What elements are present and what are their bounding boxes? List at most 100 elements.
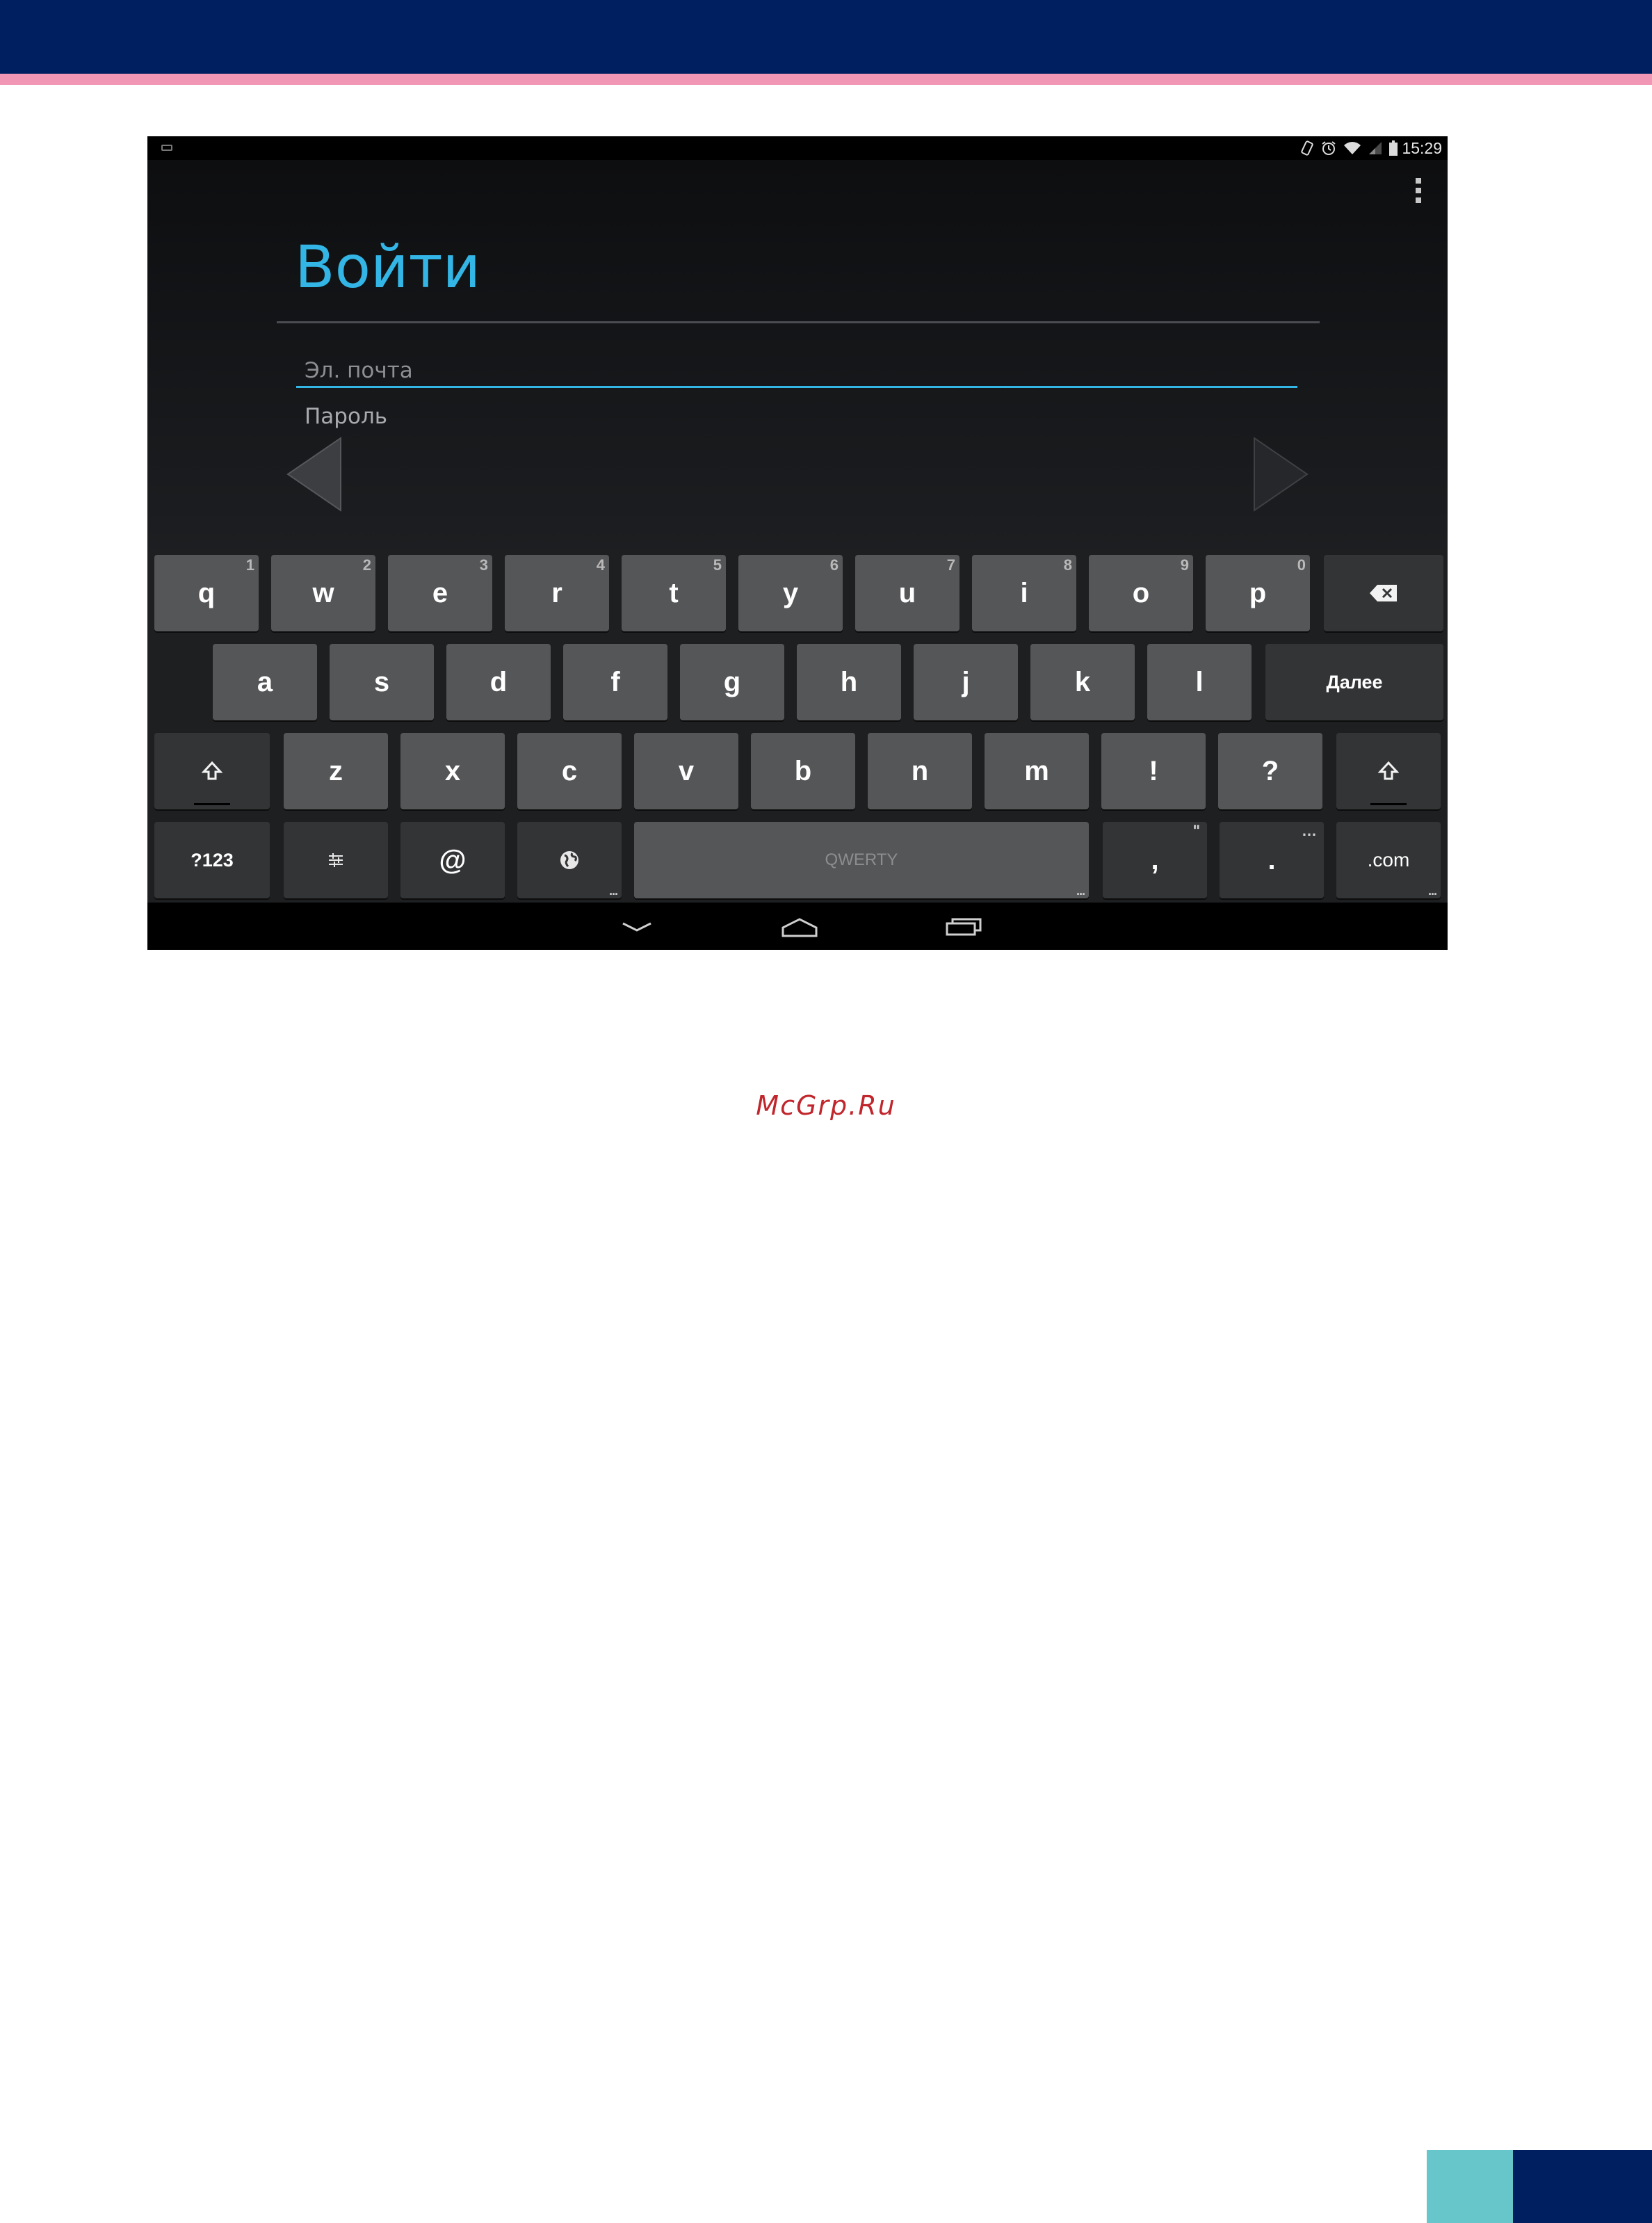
next-arrow-icon[interactable] [1252, 434, 1311, 515]
comma-key[interactable]: , " [1103, 822, 1207, 898]
key-number-hint: 7 [946, 556, 955, 574]
key-label: e [432, 577, 448, 608]
more-hint: ... [608, 884, 618, 898]
key-number-hint: 6 [829, 556, 839, 574]
key-label: ! [1149, 755, 1158, 786]
footer-accent-navy [1513, 2150, 1652, 2223]
key-j[interactable]: j [914, 644, 1018, 720]
key-h[interactable]: h [797, 644, 901, 720]
status-icons [1300, 140, 1398, 156]
key-v[interactable]: v [634, 733, 738, 809]
key-c[interactable]: c [517, 733, 622, 809]
key-number-hint: 3 [479, 556, 488, 574]
password-field[interactable] [296, 399, 1297, 434]
overflow-menu-icon[interactable] [1414, 178, 1423, 203]
globe-icon [560, 851, 578, 869]
home-icon[interactable] [777, 911, 822, 941]
key-label: v [678, 755, 695, 786]
key-r[interactable]: r4 [505, 555, 609, 631]
key-y[interactable]: y6 [738, 555, 843, 631]
key-label: c [561, 755, 578, 786]
key-l[interactable]: l [1147, 644, 1252, 720]
shift-icon [202, 761, 222, 780]
more-hint: ... [1427, 884, 1437, 898]
backspace-key[interactable] [1324, 555, 1443, 631]
key-p[interactable]: p0 [1206, 555, 1310, 631]
key-label: x [444, 755, 461, 786]
key-f[interactable]: f [563, 644, 667, 720]
settings-key[interactable] [284, 822, 388, 898]
more-hint: ... [1076, 884, 1085, 898]
shift-key-right[interactable] [1336, 733, 1441, 809]
key-label: g [723, 666, 741, 697]
key-label: m [1024, 755, 1049, 786]
key-w[interactable]: w2 [271, 555, 375, 631]
key-d[interactable]: d [446, 644, 551, 720]
wifi-icon [1344, 142, 1361, 154]
period-key[interactable]: . … [1220, 822, 1324, 898]
key-label: l [1195, 666, 1204, 697]
shift-key-left[interactable] [154, 733, 270, 809]
comma-key-hint: " [1192, 822, 1200, 839]
on-screen-keyboard: q1w2e3r4t5y6u7i8o9p0 asdfghjkl Далее zxc… [147, 549, 1448, 903]
key-number-hint: 1 [245, 556, 254, 574]
key-question[interactable]: ? [1218, 733, 1322, 809]
key-u[interactable]: u7 [855, 555, 959, 631]
back-icon[interactable] [615, 911, 659, 941]
symbols-key[interactable]: ?123 [154, 822, 270, 898]
key-label: p [1249, 577, 1267, 608]
key-label: i [1020, 577, 1028, 608]
email-field[interactable] [296, 355, 1297, 388]
settings-sliders-icon [329, 853, 343, 867]
key-label: q [197, 577, 216, 608]
key-a[interactable]: a [213, 644, 317, 720]
key-label: h [840, 666, 858, 697]
header-band [0, 0, 1652, 74]
key-label: n [911, 755, 929, 786]
key-label: o [1132, 577, 1150, 608]
key-number-hint: 8 [1063, 556, 1072, 574]
key-label: f [610, 666, 620, 697]
key-b[interactable]: b [751, 733, 855, 809]
key-label: a [257, 666, 273, 697]
battery-icon [1389, 140, 1398, 156]
signal-icon [1369, 142, 1382, 154]
previous-arrow-icon[interactable] [284, 434, 343, 515]
space-key-label: QWERTY [825, 850, 898, 869]
key-n[interactable]: n [868, 733, 972, 809]
backspace-icon [1370, 585, 1397, 601]
watermark: McGrp.Ru [756, 1090, 896, 1121]
dotcom-key-label: .com [1367, 849, 1410, 871]
key-label: d [489, 666, 508, 697]
key-x[interactable]: x [400, 733, 505, 809]
key-t[interactable]: t5 [622, 555, 726, 631]
key-s[interactable]: s [330, 644, 434, 720]
key-g[interactable]: g [680, 644, 784, 720]
key-number-hint: 4 [596, 556, 605, 574]
key-q[interactable]: q1 [154, 555, 259, 631]
key-z[interactable]: z [284, 733, 388, 809]
key-e[interactable]: e3 [388, 555, 492, 631]
header-accent-line [0, 74, 1652, 85]
space-key[interactable]: QWERTY ... [634, 822, 1089, 898]
key-number-hint: 5 [713, 556, 722, 574]
key-k[interactable]: k [1030, 644, 1135, 720]
keyboard-icon [161, 145, 172, 151]
at-key[interactable]: @ [400, 822, 505, 898]
next-key[interactable]: Далее [1265, 644, 1443, 720]
language-key[interactable]: ... [517, 822, 622, 898]
key-label: s [373, 666, 390, 697]
tablet-screenshot: 15:29 Войти q1w2e3r4t5y6u7i8o9p0 asdfghj… [147, 136, 1448, 950]
recent-apps-icon[interactable] [941, 911, 986, 941]
period-key-hint: … [1302, 822, 1317, 839]
key-i[interactable]: i8 [972, 555, 1076, 631]
key-m[interactable]: m [985, 733, 1089, 809]
key-exclamation[interactable]: ! [1101, 733, 1206, 809]
symbols-key-label: ?123 [191, 849, 234, 871]
key-o[interactable]: o9 [1089, 555, 1193, 631]
key-label: k [1074, 666, 1091, 697]
at-key-label: @ [439, 844, 467, 875]
rotation-lock-icon [1301, 140, 1313, 156]
shift-icon [1378, 761, 1399, 780]
dotcom-key[interactable]: .com ... [1336, 822, 1441, 898]
